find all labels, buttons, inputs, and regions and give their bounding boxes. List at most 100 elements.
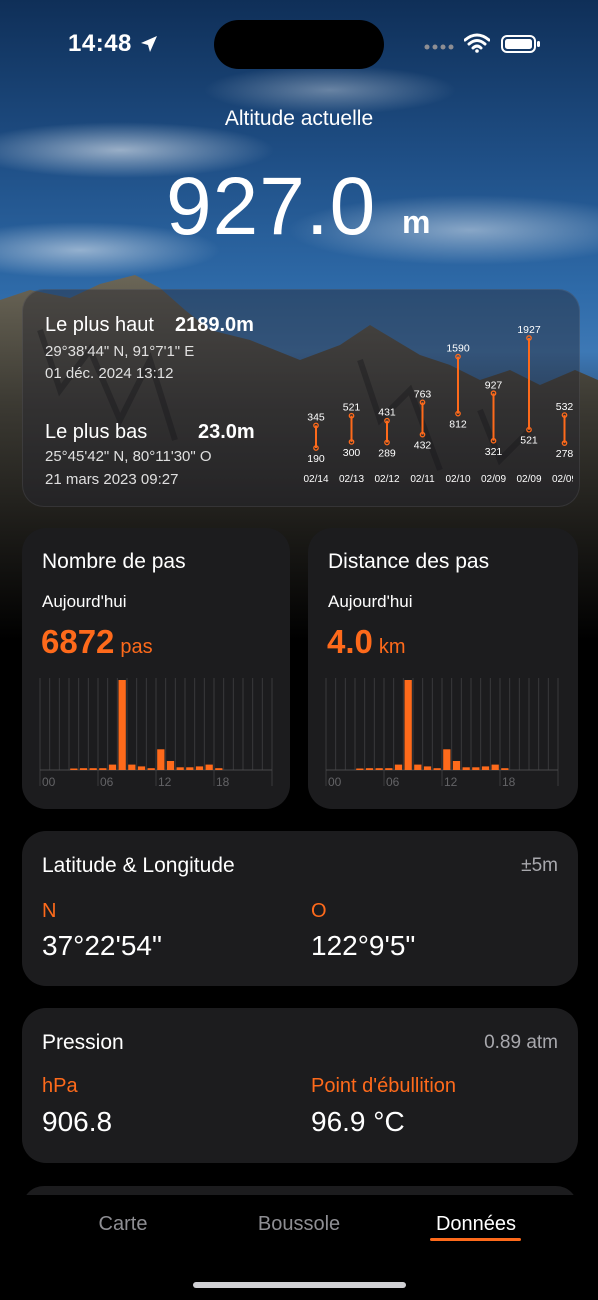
hour-bar [375,768,383,770]
hpa-value: 906.8 [42,1106,113,1137]
steps-unit: pas [120,636,153,658]
range-low-label: 812 [449,419,467,431]
range-low-label: 289 [378,448,396,460]
dynamic-island [214,20,384,69]
hour-bar [118,680,126,770]
hour-bar [385,768,393,770]
hour-bar [215,768,223,770]
hour-bar [462,767,470,770]
battery-icon [501,35,540,53]
latlon-card[interactable]: Latitude & Longitude ±5m N 37°22'54" O 1… [22,831,578,986]
tab-map[interactable]: Carte [80,1213,166,1236]
x-tick-label: 18 [216,775,230,789]
steps-card[interactable]: Nombre de pas Aujourd'hui 6872 pas 00 06 12… [22,528,290,809]
hour-bar [89,768,97,770]
hour-bar [472,767,480,770]
latitude-value: 37°22'54" [42,930,162,961]
pressure-atm: 0.89 atm [484,1032,558,1053]
steps-title: Nombre de pas [42,550,186,573]
range-low-label: 432 [414,440,432,452]
highest-value: 2189.0m [175,314,254,336]
range-high-label: 532 [556,401,573,413]
location-arrow-icon [141,36,157,52]
cellular-signal-icon [424,44,454,50]
distance-card[interactable]: Distance des pas Aujourd'hui 4.0 km 00 06 1… [308,528,578,809]
range-low-label: 278 [556,448,573,460]
range-low-label: 190 [307,453,325,465]
boiling-point-label: Point d'ébullition [311,1075,457,1097]
hour-bar [99,768,107,770]
status-time: 14:48 [68,30,132,57]
hour-bar [166,761,175,770]
hour-bar [79,768,88,770]
range-high-label: 1590 [446,343,470,355]
hour-bar [205,764,213,770]
tab-data[interactable]: Données [420,1213,532,1236]
range-date-label: 02/10 [445,474,470,485]
hour-bar [186,767,194,770]
altitude-range-chart: 345 190 02/14 521 300 02/13 431 289 02/12 763 432 0… [303,324,573,485]
hour-bar [157,749,165,770]
hour-bar [394,764,403,770]
altitude-value: 927.0 [166,161,377,252]
altitude-unit: m [402,204,431,240]
distance-unit: km [378,636,406,658]
range-date-label: 02/13 [339,474,364,485]
longitude-value: 122°9'5" [311,930,416,961]
distance-period: Aujourd'hui [328,592,413,611]
highest-coords: 29°38'44" N, 91°7'1" E [45,343,195,360]
range-date-label: 02/14 [303,474,328,485]
steps-hourly-chart: 00 06 12 18 [39,678,273,789]
range-date-label: 02/09 [552,474,573,485]
hour-bar [443,749,451,770]
active-tab-indicator [430,1238,521,1241]
hour-bar [423,766,432,770]
range-high-label: 345 [307,411,325,423]
hpa-label: hPa [42,1075,78,1097]
latitude-label: N [42,900,57,922]
x-tick-label: 06 [100,775,114,789]
pressure-card[interactable]: Pression 0.89 atm hPa 906.8 Point d'ébul… [22,1008,578,1163]
range-high-label: 763 [414,388,432,400]
range-high-label: 521 [343,402,361,414]
distance-title: Distance des pas [328,550,490,573]
distance-hourly-chart: 00 06 12 18 [325,678,559,789]
altitude-extremes-card[interactable]: Le plus haut 2189.0m 29°38'44" N, 91°7'1… [22,289,580,507]
latlon-title: Latitude & Longitude [42,854,235,877]
range-date-label: 02/11 [410,474,435,485]
highest-date: 01 déc. 2024 13:12 [45,365,174,382]
x-tick-label: 00 [42,775,56,789]
range-low-label: 521 [520,435,538,447]
range-date-label: 02/09 [481,474,506,485]
hour-bar [108,764,117,770]
hour-bar [491,764,499,770]
x-tick-label: 12 [444,775,458,789]
steps-value: 6872 pas [41,623,153,661]
hour-bar [195,766,204,770]
range-date-label: 02/09 [516,474,541,485]
altitude-label: Altitude actuelle [224,107,374,130]
range-date-label: 02/12 [374,474,399,485]
distance-value: 4.0 km [327,623,406,661]
range-high-label: 431 [378,407,396,419]
steps-period: Aujourd'hui [42,592,127,611]
hour-bar [365,768,374,770]
hour-bar [414,764,422,770]
lowest-value: 23.0m [198,421,255,443]
steps-number: 6872 [41,623,115,660]
pressure-title: Pression [42,1031,124,1054]
hour-bar [501,768,509,770]
tab-compass[interactable]: Boussole [244,1213,354,1236]
distance-number: 4.0 [327,623,373,660]
hour-bar [356,768,364,770]
hour-bar [481,766,490,770]
lowest-label: Le plus bas [45,421,148,443]
x-tick-label: 12 [158,775,172,789]
home-indicator[interactable] [193,1282,406,1288]
accuracy-value: ±5m [521,855,558,876]
longitude-label: O [311,900,327,922]
hour-bar [147,768,155,770]
hour-bar [128,764,136,770]
lowest-date: 21 mars 2023 09:27 [45,471,179,488]
wifi-icon [464,33,490,53]
